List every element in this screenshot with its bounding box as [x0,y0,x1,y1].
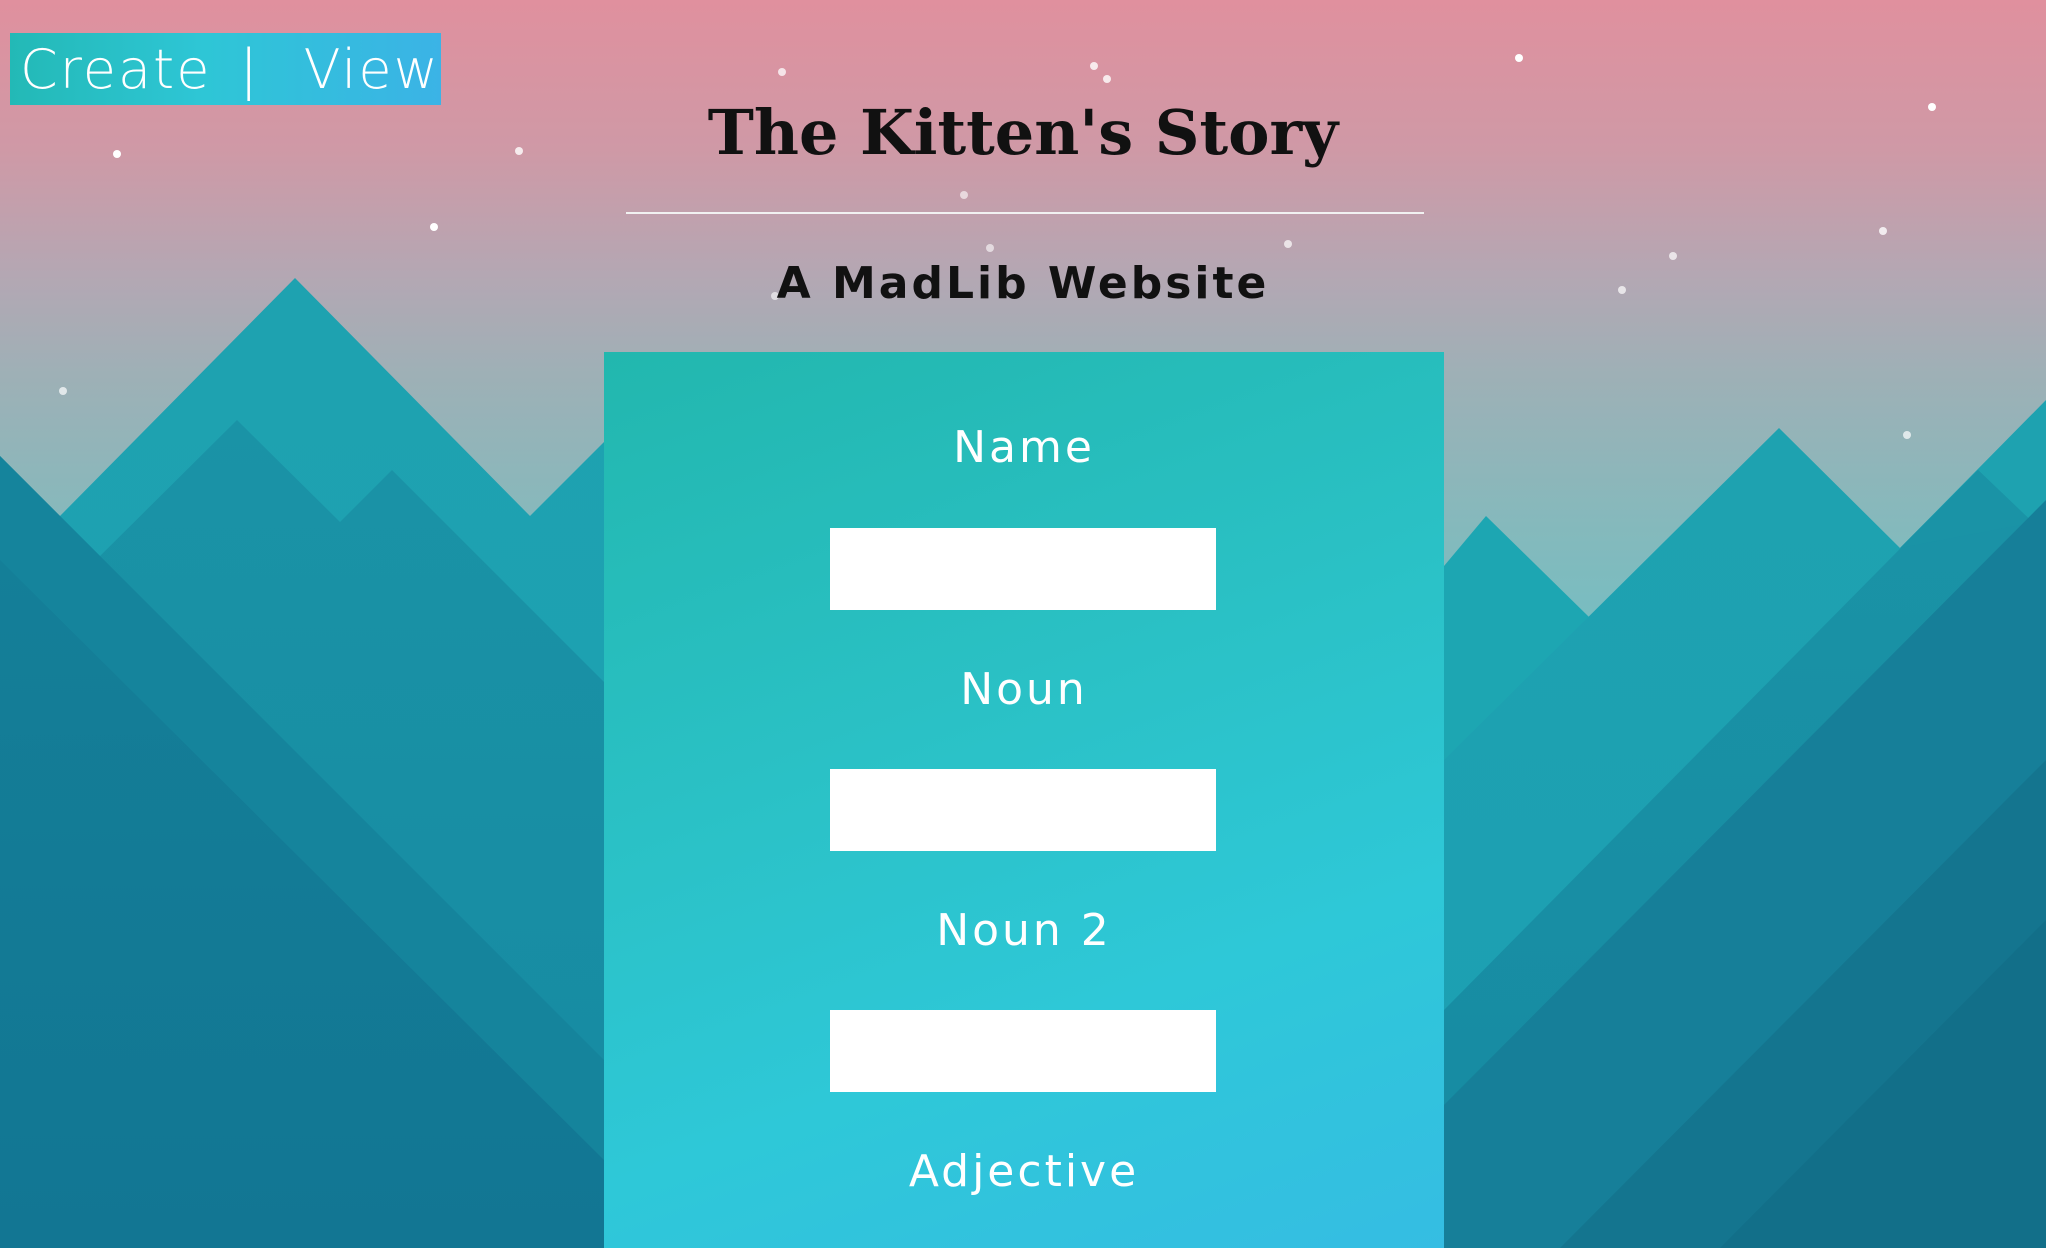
create-link[interactable]: Create [20,38,211,101]
noun-2-input[interactable] [830,1010,1216,1092]
noun-2-label: Noun 2 [936,905,1112,956]
top-nav: Create | View [10,33,441,105]
noun-label: Noun [960,664,1088,715]
nav-separator: | [239,37,260,101]
name-label: Name [953,422,1095,473]
adjective-label: Adjective [908,1146,1140,1197]
view-link[interactable]: View [304,38,440,101]
name-input[interactable] [830,528,1216,610]
title-divider [626,212,1424,214]
page-title: The Kitten's Story [707,96,1339,169]
madlib-form: Name Noun Noun 2 Adjective [604,352,1444,1248]
page-subtitle: A MadLib Website [776,258,1270,309]
noun-input[interactable] [830,769,1216,851]
